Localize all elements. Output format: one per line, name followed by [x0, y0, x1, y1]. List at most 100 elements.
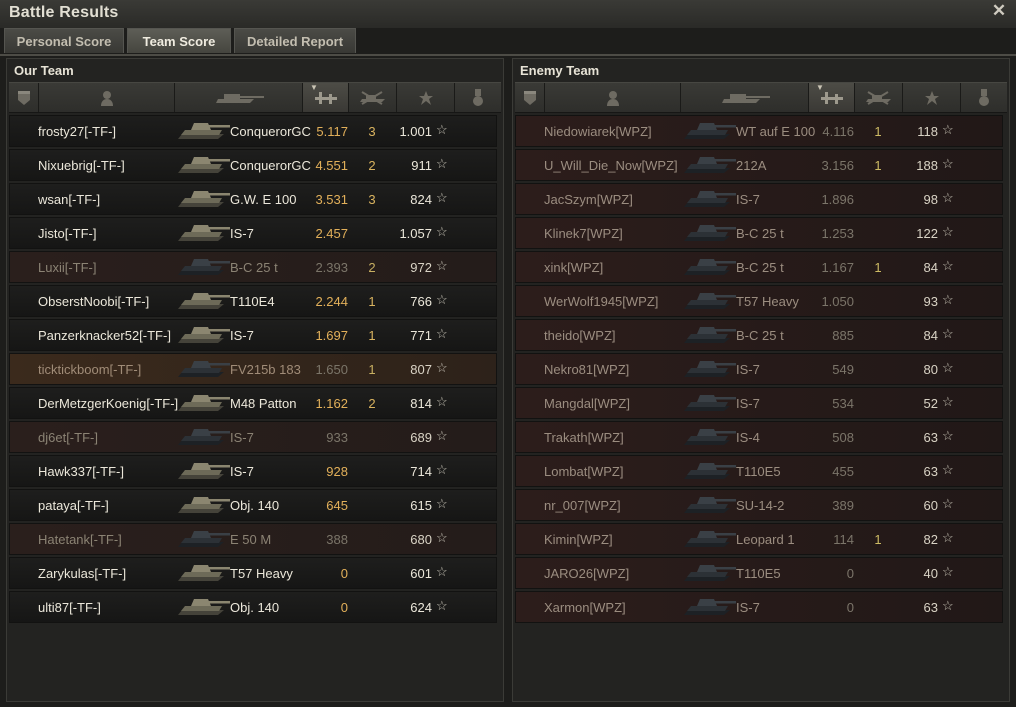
player-name: dj6et[-TF-] — [38, 430, 98, 445]
table-row[interactable]: Jisto[-TF-] IS-7 2.457 1.057 ☆ — [9, 217, 497, 249]
score-value: 80 — [923, 362, 938, 377]
medal-icon[interactable] — [961, 83, 1007, 112]
tank-name: IS-4 — [736, 430, 760, 445]
star-icon: ☆ — [942, 224, 954, 239]
table-row[interactable]: xink[WPZ] B-C 25 t 1.167 1 84 ☆ — [515, 251, 1003, 283]
table-row[interactable]: JARO26[WPZ] T110E5 0 40 ☆ — [515, 557, 1003, 589]
table-row[interactable]: Nekro81[WPZ] IS-7 549 80 ☆ — [515, 353, 1003, 385]
table-row[interactable]: pataya[-TF-] Obj. 140 645 615 ☆ — [9, 489, 497, 521]
table-row[interactable]: Xarmon[WPZ] IS-7 0 63 ☆ — [515, 591, 1003, 623]
table-row[interactable]: Lombat[WPZ] T110E5 455 63 ☆ — [515, 455, 1003, 487]
table-row[interactable]: WerWolf1945[WPZ] T57 Heavy 1.050 93 ☆ — [515, 285, 1003, 317]
xp-value: 549 — [832, 362, 854, 377]
tab-personal-score[interactable]: Personal Score — [4, 28, 124, 53]
tank-image — [176, 457, 232, 485]
xp-value: 1.650 — [315, 362, 348, 377]
table-row[interactable]: Luxii[-TF-] B-C 25 t 2.393 2 972 ☆ — [9, 251, 497, 283]
tank-name: SU-14-2 — [736, 498, 785, 513]
close-icon[interactable]: ✕ — [990, 2, 1008, 20]
tank-icon[interactable] — [175, 83, 303, 112]
table-row[interactable]: DerMetzgerKoenig[-TF-] M48 Patton 1.162 2 81… — [9, 387, 497, 419]
score-value: 63 — [923, 430, 938, 445]
xp-icon[interactable]: ▼ — [303, 83, 349, 112]
tank-image — [682, 389, 738, 417]
xp-value: 508 — [832, 430, 854, 445]
table-row[interactable]: Klinek7[WPZ] B-C 25 t 1.253 122 ☆ — [515, 217, 1003, 249]
frags-icon[interactable] — [349, 83, 397, 112]
tank-name: T110E5 — [736, 464, 781, 479]
xp-value: 0 — [846, 600, 854, 615]
tab-detailed-report[interactable]: Detailed Report — [234, 28, 356, 53]
star-icon: ☆ — [942, 326, 954, 341]
table-row[interactable]: JacSzym[WPZ] IS-7 1.896 98 ☆ — [515, 183, 1003, 215]
title-bar: Battle Results ✕ — [0, 0, 1016, 28]
score-value: 84 — [923, 328, 938, 343]
xp-value: 1.050 — [821, 294, 854, 309]
tank-image — [682, 151, 738, 179]
table-row[interactable]: dj6et[-TF-] IS-7 933 689 ☆ — [9, 421, 497, 453]
frags-icon[interactable] — [855, 83, 903, 112]
star-icon: ☆ — [942, 598, 954, 613]
frags-value: 3 — [368, 124, 376, 139]
star-icon: ☆ — [436, 190, 448, 205]
table-row[interactable]: Hawk337[-TF-] IS-7 928 714 ☆ — [9, 455, 497, 487]
table-row[interactable]: Niedowiarek[WPZ] WT auf E 100 4.116 1 118 ☆ — [515, 115, 1003, 147]
tank-icon[interactable] — [681, 83, 809, 112]
tab-team-score[interactable]: Team Score — [127, 28, 231, 53]
tank-image — [682, 593, 738, 621]
table-row[interactable]: Trakath[WPZ] IS-4 508 63 ☆ — [515, 421, 1003, 453]
frags-value: 1 — [368, 294, 376, 309]
tank-name: IS-7 — [230, 430, 254, 445]
star-icon[interactable] — [397, 83, 455, 112]
table-row[interactable]: ticktickboom[-TF-] FV215b 183 1.650 1 807 ☆ — [9, 353, 497, 385]
player-name: ulti87[-TF-] — [38, 600, 101, 615]
player-name: WerWolf1945[WPZ] — [544, 294, 659, 309]
frags-value: 3 — [368, 192, 376, 207]
tank-name: T57 Heavy — [230, 566, 293, 581]
table-row[interactable]: ObserstNoobi[-TF-] T110E4 2.244 1 766 ☆ — [9, 285, 497, 317]
tank-name: 212A — [736, 158, 767, 173]
player-icon[interactable] — [39, 83, 175, 112]
tank-name: WT auf E 100 — [736, 124, 816, 139]
table-row[interactable]: Nixuebrig[-TF-] ConquerorGC 4.551 2 911 ☆ — [9, 149, 497, 181]
rank-icon[interactable] — [9, 83, 39, 112]
xp-value: 1.697 — [315, 328, 348, 343]
player-name: wsan[-TF-] — [38, 192, 101, 207]
tab-divider — [0, 54, 1016, 56]
tank-name: T110E5 — [736, 566, 781, 581]
table-row[interactable]: U_Will_Die_Now[WPZ] 212A 3.156 1 188 ☆ — [515, 149, 1003, 181]
table-row[interactable]: Kimin[WPZ] Leopard 1 114 1 82 ☆ — [515, 523, 1003, 555]
player-name: theido[WPZ] — [544, 328, 616, 343]
table-row[interactable]: ulti87[-TF-] Obj. 140 0 624 ☆ — [9, 591, 497, 623]
xp-value: 2.457 — [315, 226, 348, 241]
medal-icon[interactable] — [455, 83, 501, 112]
frags-value: 2 — [368, 158, 376, 173]
table-row[interactable]: frosty27[-TF-] ConquerorGC 5.117 3 1.001 ☆ — [9, 115, 497, 147]
tank-name: IS-7 — [230, 226, 254, 241]
xp-icon[interactable]: ▼ — [809, 83, 855, 112]
xp-value: 2.393 — [315, 260, 348, 275]
table-row[interactable]: Hatetank[-TF-] E 50 M 388 680 ☆ — [9, 523, 497, 555]
tank-image — [176, 185, 232, 213]
star-icon[interactable] — [903, 83, 961, 112]
table-row[interactable]: Zarykulas[-TF-] T57 Heavy 0 601 ☆ — [9, 557, 497, 589]
score-value: 680 — [410, 532, 432, 547]
star-icon: ☆ — [942, 496, 954, 511]
xp-value: 1.253 — [821, 226, 854, 241]
table-row[interactable]: Panzerknacker52[-TF-] IS-7 1.697 1 771 ☆ — [9, 319, 497, 351]
star-icon: ☆ — [942, 190, 954, 205]
tank-name: Obj. 140 — [230, 498, 280, 513]
score-value: 714 — [410, 464, 432, 479]
table-row[interactable]: Mangdal[WPZ] IS-7 534 52 ☆ — [515, 387, 1003, 419]
frags-value: 1 — [368, 328, 376, 343]
star-icon: ☆ — [942, 462, 954, 477]
enemy-team-column-header: ▼ — [515, 82, 1007, 113]
rank-icon[interactable] — [515, 83, 545, 112]
table-row[interactable]: wsan[-TF-] G.W. E 100 3.531 3 824 ☆ — [9, 183, 497, 215]
table-row[interactable]: nr_007[WPZ] SU-14-2 389 60 ☆ — [515, 489, 1003, 521]
player-name: frosty27[-TF-] — [38, 124, 117, 139]
star-icon: ☆ — [436, 496, 448, 511]
player-icon[interactable] — [545, 83, 681, 112]
score-value: 93 — [923, 294, 938, 309]
table-row[interactable]: theido[WPZ] B-C 25 t 885 84 ☆ — [515, 319, 1003, 351]
